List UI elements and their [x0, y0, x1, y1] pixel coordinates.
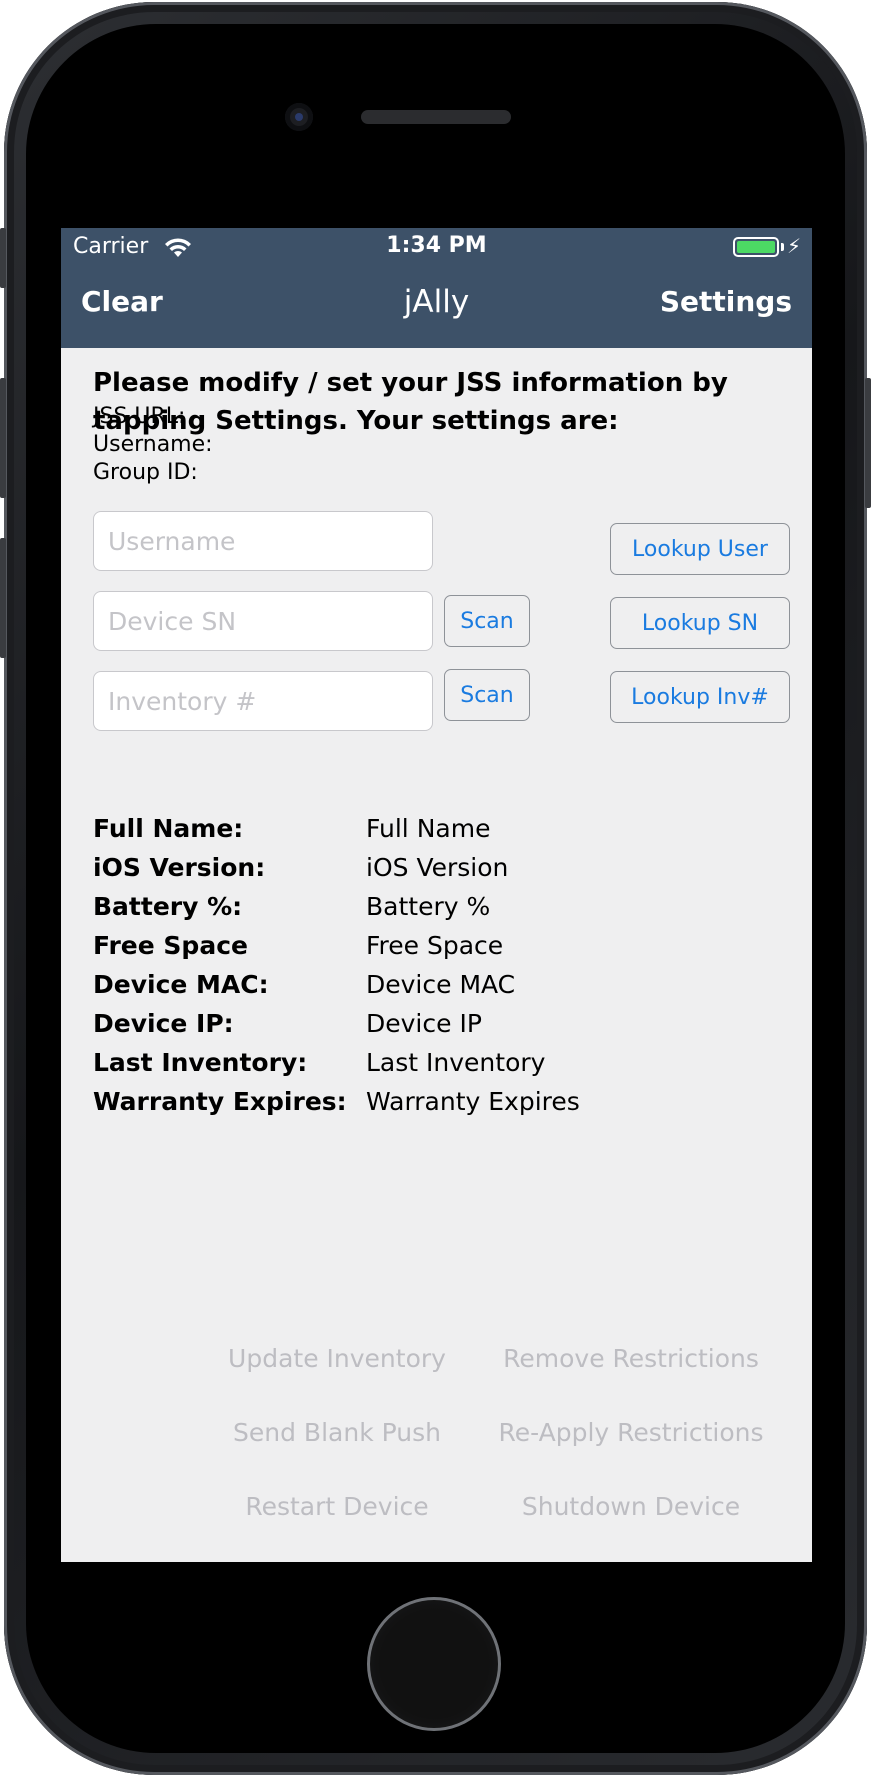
volume-up-button: [0, 378, 6, 498]
battery-percent-value: Battery %: [366, 892, 491, 921]
full-name-value: Full Name: [366, 814, 491, 843]
battery-cap: [781, 243, 784, 251]
full-name-label: Full Name:: [93, 814, 244, 843]
free-space-value: Free Space: [366, 931, 504, 960]
last-inventory-label: Last Inventory:: [93, 1048, 308, 1077]
ios-version-value: iOS Version: [366, 853, 509, 882]
send-blank-push-button[interactable]: Send Blank Push: [192, 1418, 482, 1447]
scan-inventory-button[interactable]: Scan: [444, 669, 530, 721]
username-input[interactable]: [93, 511, 433, 571]
inventory-input[interactable]: [93, 671, 433, 731]
lookup-user-button[interactable]: Lookup User: [610, 523, 790, 575]
username-label: Username:: [93, 432, 213, 457]
last-inventory-value: Last Inventory: [366, 1048, 546, 1077]
volume-down-button: [0, 538, 6, 658]
group-id-label: Group ID:: [93, 460, 198, 485]
earpiece-speaker: [361, 110, 511, 124]
ios-version-label: iOS Version:: [93, 853, 266, 882]
settings-button[interactable]: Settings: [660, 285, 792, 318]
remove-restrictions-button[interactable]: Remove Restrictions: [486, 1344, 776, 1373]
free-space-label: Free Space: [93, 931, 248, 960]
device-mac-value: Device MAC: [366, 970, 516, 999]
warranty-expires-value: Warranty Expires: [366, 1087, 580, 1116]
status-bar: Carrier 1:34 PM ⚡: [61, 228, 812, 268]
reapply-restrictions-button[interactable]: Re-Apply Restrictions: [486, 1418, 776, 1447]
scan-sn-button[interactable]: Scan: [444, 595, 530, 647]
device-sn-input[interactable]: [93, 591, 433, 651]
intro-text: Please modify / set your JSS information…: [93, 368, 728, 436]
lookup-sn-button[interactable]: Lookup SN: [610, 597, 790, 649]
navigation-header: Carrier 1:34 PM ⚡ Clear jAlly Settings: [61, 228, 812, 348]
status-time: 1:34 PM: [386, 233, 487, 258]
device-ip-value: Device IP: [366, 1009, 482, 1038]
update-inventory-button[interactable]: Update Inventory: [192, 1344, 482, 1373]
charging-bolt-icon: ⚡: [787, 234, 802, 258]
jss-url-label: JSS URL:: [93, 404, 186, 429]
lookup-inventory-button[interactable]: Lookup Inv#: [610, 671, 790, 723]
power-button: [865, 378, 871, 508]
battery-icon: [733, 237, 779, 257]
front-camera: [285, 103, 313, 131]
warranty-expires-label: Warranty Expires:: [93, 1087, 347, 1116]
mute-switch: [0, 228, 6, 288]
device-ip-label: Device IP:: [93, 1009, 234, 1038]
battery-level-fill: [737, 241, 775, 253]
battery-percent-label: Battery %:: [93, 892, 243, 921]
nav-bar: Clear jAlly Settings: [61, 268, 812, 348]
shutdown-device-button[interactable]: Shutdown Device: [486, 1492, 776, 1521]
restart-device-button[interactable]: Restart Device: [192, 1492, 482, 1521]
device-mac-label: Device MAC:: [93, 970, 269, 999]
app-screen: Carrier 1:34 PM ⚡ Clear jAlly Settings P…: [61, 228, 812, 1562]
home-button[interactable]: [367, 1597, 501, 1731]
